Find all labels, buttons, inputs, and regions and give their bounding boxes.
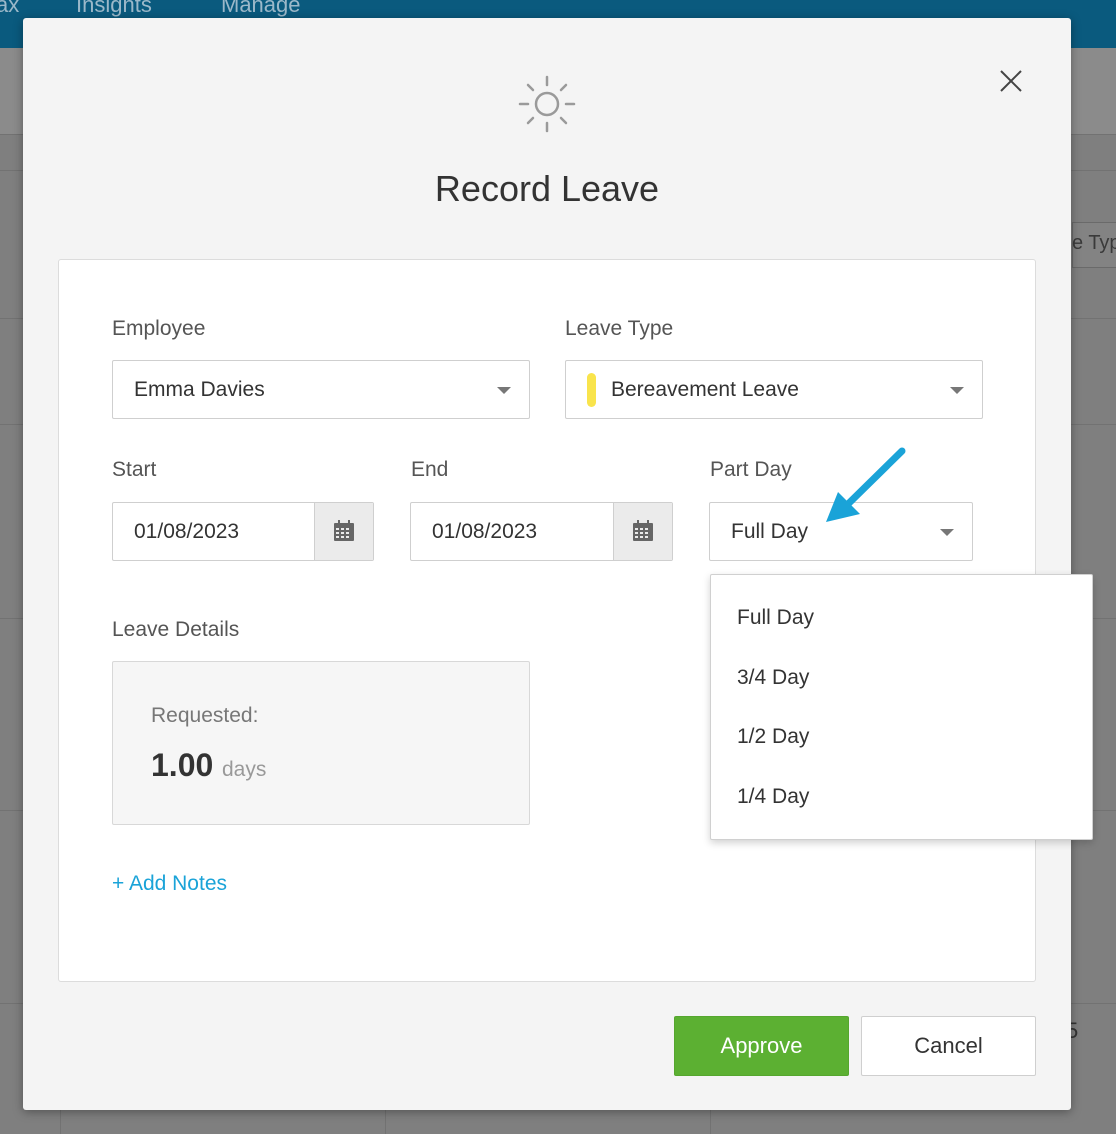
chevron-down-icon xyxy=(940,529,954,536)
nav-item-insights[interactable]: Insights xyxy=(76,0,152,18)
part-day-option[interactable]: 1/2 Day xyxy=(711,707,1092,766)
start-calendar-button[interactable] xyxy=(314,503,373,560)
part-day-option[interactable]: Full Day xyxy=(711,588,1092,647)
bg-column-divider xyxy=(710,1110,711,1134)
start-date-value: 01/08/2023 xyxy=(134,520,240,543)
leave-type-label: Leave Type xyxy=(565,317,674,340)
end-calendar-button[interactable] xyxy=(613,503,672,560)
part-day-option-label: Full Day xyxy=(737,606,815,629)
annotation-arrow-icon xyxy=(826,447,906,522)
add-notes-link[interactable]: + Add Notes xyxy=(112,872,227,896)
close-button[interactable] xyxy=(998,68,1024,94)
requested-unit: days xyxy=(222,758,267,781)
employee-label: Employee xyxy=(112,317,206,340)
leave-type-value: Bereavement Leave xyxy=(611,378,799,401)
part-day-option-label: 1/2 Day xyxy=(737,725,810,748)
employee-select[interactable]: Emma Davies xyxy=(112,360,530,419)
start-date-field[interactable]: 01/08/2023 xyxy=(112,502,374,561)
requested-value: 1.00 xyxy=(151,747,214,783)
nav-item-manage[interactable]: Manage xyxy=(221,0,301,18)
employee-value: Emma Davies xyxy=(134,378,265,401)
end-date-field[interactable]: 01/08/2023 xyxy=(410,502,673,561)
part-day-option[interactable]: 3/4 Day xyxy=(711,648,1092,707)
modal-title: Record Leave xyxy=(434,168,660,209)
bg-column-header: e Typ xyxy=(1072,232,1116,254)
part-day-dropdown-menu: Full Day 3/4 Day 1/2 Day 1/4 Day xyxy=(710,574,1093,840)
chevron-down-icon xyxy=(497,387,511,394)
part-day-value: Full Day xyxy=(731,520,809,543)
approve-button[interactable]: Approve xyxy=(674,1016,849,1076)
part-day-option-label: 3/4 Day xyxy=(737,666,810,689)
leave-details-label: Leave Details xyxy=(112,618,240,641)
nav-item-tax[interactable]: ax xyxy=(0,0,19,18)
chevron-down-icon xyxy=(950,387,964,394)
end-date-value: 01/08/2023 xyxy=(432,520,538,543)
calendar-icon xyxy=(633,520,653,541)
start-label: Start xyxy=(112,458,157,481)
end-label: End xyxy=(411,458,449,481)
requested-label: Requested: xyxy=(151,704,259,727)
close-icon xyxy=(1000,70,1022,92)
part-day-option-label: 1/4 Day xyxy=(737,785,810,808)
part-day-option[interactable]: 1/4 Day xyxy=(711,767,1092,826)
part-day-label: Part Day xyxy=(710,458,792,481)
leave-type-color-indicator xyxy=(587,373,596,407)
cancel-button[interactable]: Cancel xyxy=(861,1016,1036,1076)
sun-icon xyxy=(518,75,576,133)
bg-column-divider xyxy=(60,1110,61,1134)
leave-details-box: Requested: 1.00 days xyxy=(112,661,530,825)
record-leave-modal: Record Leave Employee Emma Davies Leave … xyxy=(23,18,1071,1110)
calendar-icon xyxy=(334,520,354,541)
bg-column-divider xyxy=(385,1110,386,1134)
leave-type-select[interactable]: Bereavement Leave xyxy=(565,360,983,419)
